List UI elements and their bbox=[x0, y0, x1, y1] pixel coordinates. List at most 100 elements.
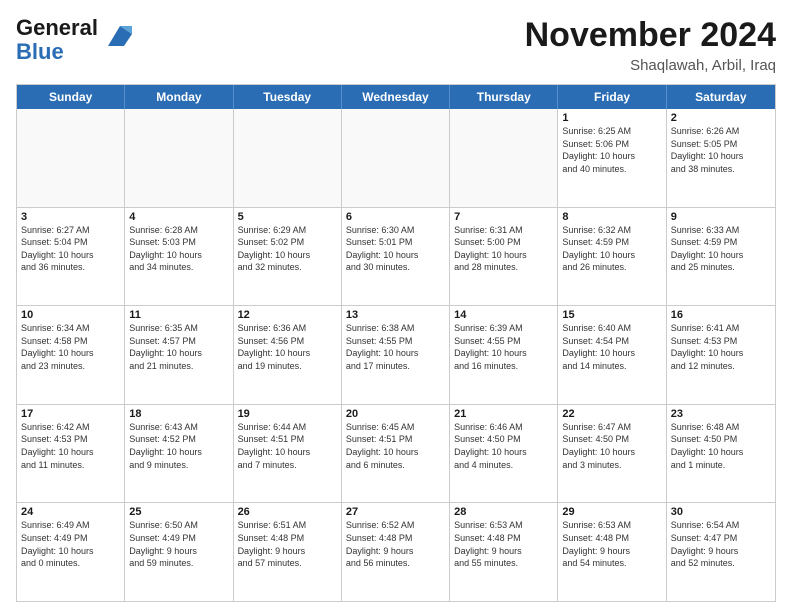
day-info: Sunrise: 6:29 AMSunset: 5:02 PMDaylight:… bbox=[238, 224, 337, 274]
day-info: Sunrise: 6:43 AMSunset: 4:52 PMDaylight:… bbox=[129, 421, 228, 471]
calendar-body: 1Sunrise: 6:25 AMSunset: 5:06 PMDaylight… bbox=[17, 109, 775, 601]
calendar-cell bbox=[17, 109, 125, 207]
day-number: 11 bbox=[129, 309, 228, 321]
calendar-cell: 21Sunrise: 6:46 AMSunset: 4:50 PMDayligh… bbox=[450, 405, 558, 503]
day-number: 6 bbox=[346, 211, 445, 223]
day-number: 12 bbox=[238, 309, 337, 321]
calendar-cell: 10Sunrise: 6:34 AMSunset: 4:58 PMDayligh… bbox=[17, 306, 125, 404]
day-header-friday: Friday bbox=[558, 85, 666, 109]
day-number: 22 bbox=[562, 408, 661, 420]
calendar-cell bbox=[450, 109, 558, 207]
day-number: 25 bbox=[129, 506, 228, 518]
calendar-cell: 30Sunrise: 6:54 AMSunset: 4:47 PMDayligh… bbox=[667, 503, 775, 601]
calendar-cell: 3Sunrise: 6:27 AMSunset: 5:04 PMDaylight… bbox=[17, 208, 125, 306]
calendar-cell: 26Sunrise: 6:51 AMSunset: 4:48 PMDayligh… bbox=[234, 503, 342, 601]
calendar-cell: 2Sunrise: 6:26 AMSunset: 5:05 PMDaylight… bbox=[667, 109, 775, 207]
calendar-cell: 27Sunrise: 6:52 AMSunset: 4:48 PMDayligh… bbox=[342, 503, 450, 601]
calendar: SundayMondayTuesdayWednesdayThursdayFrid… bbox=[16, 84, 776, 602]
day-header-wednesday: Wednesday bbox=[342, 85, 450, 109]
calendar-cell: 17Sunrise: 6:42 AMSunset: 4:53 PMDayligh… bbox=[17, 405, 125, 503]
day-info: Sunrise: 6:38 AMSunset: 4:55 PMDaylight:… bbox=[346, 322, 445, 372]
day-number: 17 bbox=[21, 408, 120, 420]
day-number: 15 bbox=[562, 309, 661, 321]
day-number: 5 bbox=[238, 211, 337, 223]
page: General Blue November 2024 Shaqlawah, Ar… bbox=[0, 0, 792, 612]
day-header-saturday: Saturday bbox=[667, 85, 775, 109]
day-number: 20 bbox=[346, 408, 445, 420]
day-info: Sunrise: 6:26 AMSunset: 5:05 PMDaylight:… bbox=[671, 125, 771, 175]
title-block: November 2024 Shaqlawah, Arbil, Iraq bbox=[525, 16, 776, 74]
day-info: Sunrise: 6:53 AMSunset: 4:48 PMDaylight:… bbox=[454, 519, 553, 569]
location: Shaqlawah, Arbil, Iraq bbox=[525, 57, 776, 74]
day-number: 7 bbox=[454, 211, 553, 223]
day-info: Sunrise: 6:50 AMSunset: 4:49 PMDaylight:… bbox=[129, 519, 228, 569]
day-number: 23 bbox=[671, 408, 771, 420]
header: General Blue November 2024 Shaqlawah, Ar… bbox=[16, 16, 776, 74]
calendar-cell: 24Sunrise: 6:49 AMSunset: 4:49 PMDayligh… bbox=[17, 503, 125, 601]
day-info: Sunrise: 6:39 AMSunset: 4:55 PMDaylight:… bbox=[454, 322, 553, 372]
day-info: Sunrise: 6:35 AMSunset: 4:57 PMDaylight:… bbox=[129, 322, 228, 372]
day-header-monday: Monday bbox=[125, 85, 233, 109]
calendar-cell: 7Sunrise: 6:31 AMSunset: 5:00 PMDaylight… bbox=[450, 208, 558, 306]
calendar-header: SundayMondayTuesdayWednesdayThursdayFrid… bbox=[17, 85, 775, 109]
day-info: Sunrise: 6:34 AMSunset: 4:58 PMDaylight:… bbox=[21, 322, 120, 372]
calendar-cell: 6Sunrise: 6:30 AMSunset: 5:01 PMDaylight… bbox=[342, 208, 450, 306]
day-info: Sunrise: 6:53 AMSunset: 4:48 PMDaylight:… bbox=[562, 519, 661, 569]
logo-general: General bbox=[16, 15, 98, 40]
calendar-week-5: 24Sunrise: 6:49 AMSunset: 4:49 PMDayligh… bbox=[17, 502, 775, 601]
calendar-cell: 28Sunrise: 6:53 AMSunset: 4:48 PMDayligh… bbox=[450, 503, 558, 601]
day-number: 4 bbox=[129, 211, 228, 223]
day-info: Sunrise: 6:45 AMSunset: 4:51 PMDaylight:… bbox=[346, 421, 445, 471]
day-number: 27 bbox=[346, 506, 445, 518]
day-number: 21 bbox=[454, 408, 553, 420]
calendar-cell: 1Sunrise: 6:25 AMSunset: 5:06 PMDaylight… bbox=[558, 109, 666, 207]
day-number: 28 bbox=[454, 506, 553, 518]
day-info: Sunrise: 6:44 AMSunset: 4:51 PMDaylight:… bbox=[238, 421, 337, 471]
day-number: 9 bbox=[671, 211, 771, 223]
calendar-cell: 22Sunrise: 6:47 AMSunset: 4:50 PMDayligh… bbox=[558, 405, 666, 503]
logo-icon bbox=[100, 22, 132, 50]
day-info: Sunrise: 6:47 AMSunset: 4:50 PMDaylight:… bbox=[562, 421, 661, 471]
month-title: November 2024 bbox=[525, 16, 776, 55]
day-number: 8 bbox=[562, 211, 661, 223]
day-number: 14 bbox=[454, 309, 553, 321]
day-header-tuesday: Tuesday bbox=[234, 85, 342, 109]
day-number: 30 bbox=[671, 506, 771, 518]
calendar-cell: 12Sunrise: 6:36 AMSunset: 4:56 PMDayligh… bbox=[234, 306, 342, 404]
calendar-cell: 16Sunrise: 6:41 AMSunset: 4:53 PMDayligh… bbox=[667, 306, 775, 404]
calendar-cell: 11Sunrise: 6:35 AMSunset: 4:57 PMDayligh… bbox=[125, 306, 233, 404]
day-number: 2 bbox=[671, 112, 771, 124]
day-info: Sunrise: 6:51 AMSunset: 4:48 PMDaylight:… bbox=[238, 519, 337, 569]
calendar-cell: 9Sunrise: 6:33 AMSunset: 4:59 PMDaylight… bbox=[667, 208, 775, 306]
day-info: Sunrise: 6:49 AMSunset: 4:49 PMDaylight:… bbox=[21, 519, 120, 569]
day-info: Sunrise: 6:42 AMSunset: 4:53 PMDaylight:… bbox=[21, 421, 120, 471]
calendar-week-1: 1Sunrise: 6:25 AMSunset: 5:06 PMDaylight… bbox=[17, 109, 775, 207]
day-number: 24 bbox=[21, 506, 120, 518]
logo-text: General Blue bbox=[16, 15, 98, 64]
day-info: Sunrise: 6:48 AMSunset: 4:50 PMDaylight:… bbox=[671, 421, 771, 471]
day-header-sunday: Sunday bbox=[17, 85, 125, 109]
day-number: 1 bbox=[562, 112, 661, 124]
calendar-cell bbox=[342, 109, 450, 207]
day-number: 16 bbox=[671, 309, 771, 321]
day-info: Sunrise: 6:32 AMSunset: 4:59 PMDaylight:… bbox=[562, 224, 661, 274]
calendar-cell bbox=[125, 109, 233, 207]
day-info: Sunrise: 6:46 AMSunset: 4:50 PMDaylight:… bbox=[454, 421, 553, 471]
calendar-cell: 29Sunrise: 6:53 AMSunset: 4:48 PMDayligh… bbox=[558, 503, 666, 601]
day-info: Sunrise: 6:54 AMSunset: 4:47 PMDaylight:… bbox=[671, 519, 771, 569]
logo: General Blue bbox=[16, 16, 132, 64]
calendar-cell: 25Sunrise: 6:50 AMSunset: 4:49 PMDayligh… bbox=[125, 503, 233, 601]
calendar-cell: 18Sunrise: 6:43 AMSunset: 4:52 PMDayligh… bbox=[125, 405, 233, 503]
calendar-week-4: 17Sunrise: 6:42 AMSunset: 4:53 PMDayligh… bbox=[17, 404, 775, 503]
day-info: Sunrise: 6:31 AMSunset: 5:00 PMDaylight:… bbox=[454, 224, 553, 274]
day-info: Sunrise: 6:28 AMSunset: 5:03 PMDaylight:… bbox=[129, 224, 228, 274]
day-info: Sunrise: 6:41 AMSunset: 4:53 PMDaylight:… bbox=[671, 322, 771, 372]
day-number: 29 bbox=[562, 506, 661, 518]
day-number: 19 bbox=[238, 408, 337, 420]
calendar-cell: 15Sunrise: 6:40 AMSunset: 4:54 PMDayligh… bbox=[558, 306, 666, 404]
logo-blue: Blue bbox=[16, 39, 64, 64]
day-number: 3 bbox=[21, 211, 120, 223]
day-info: Sunrise: 6:25 AMSunset: 5:06 PMDaylight:… bbox=[562, 125, 661, 175]
day-header-thursday: Thursday bbox=[450, 85, 558, 109]
calendar-cell: 14Sunrise: 6:39 AMSunset: 4:55 PMDayligh… bbox=[450, 306, 558, 404]
